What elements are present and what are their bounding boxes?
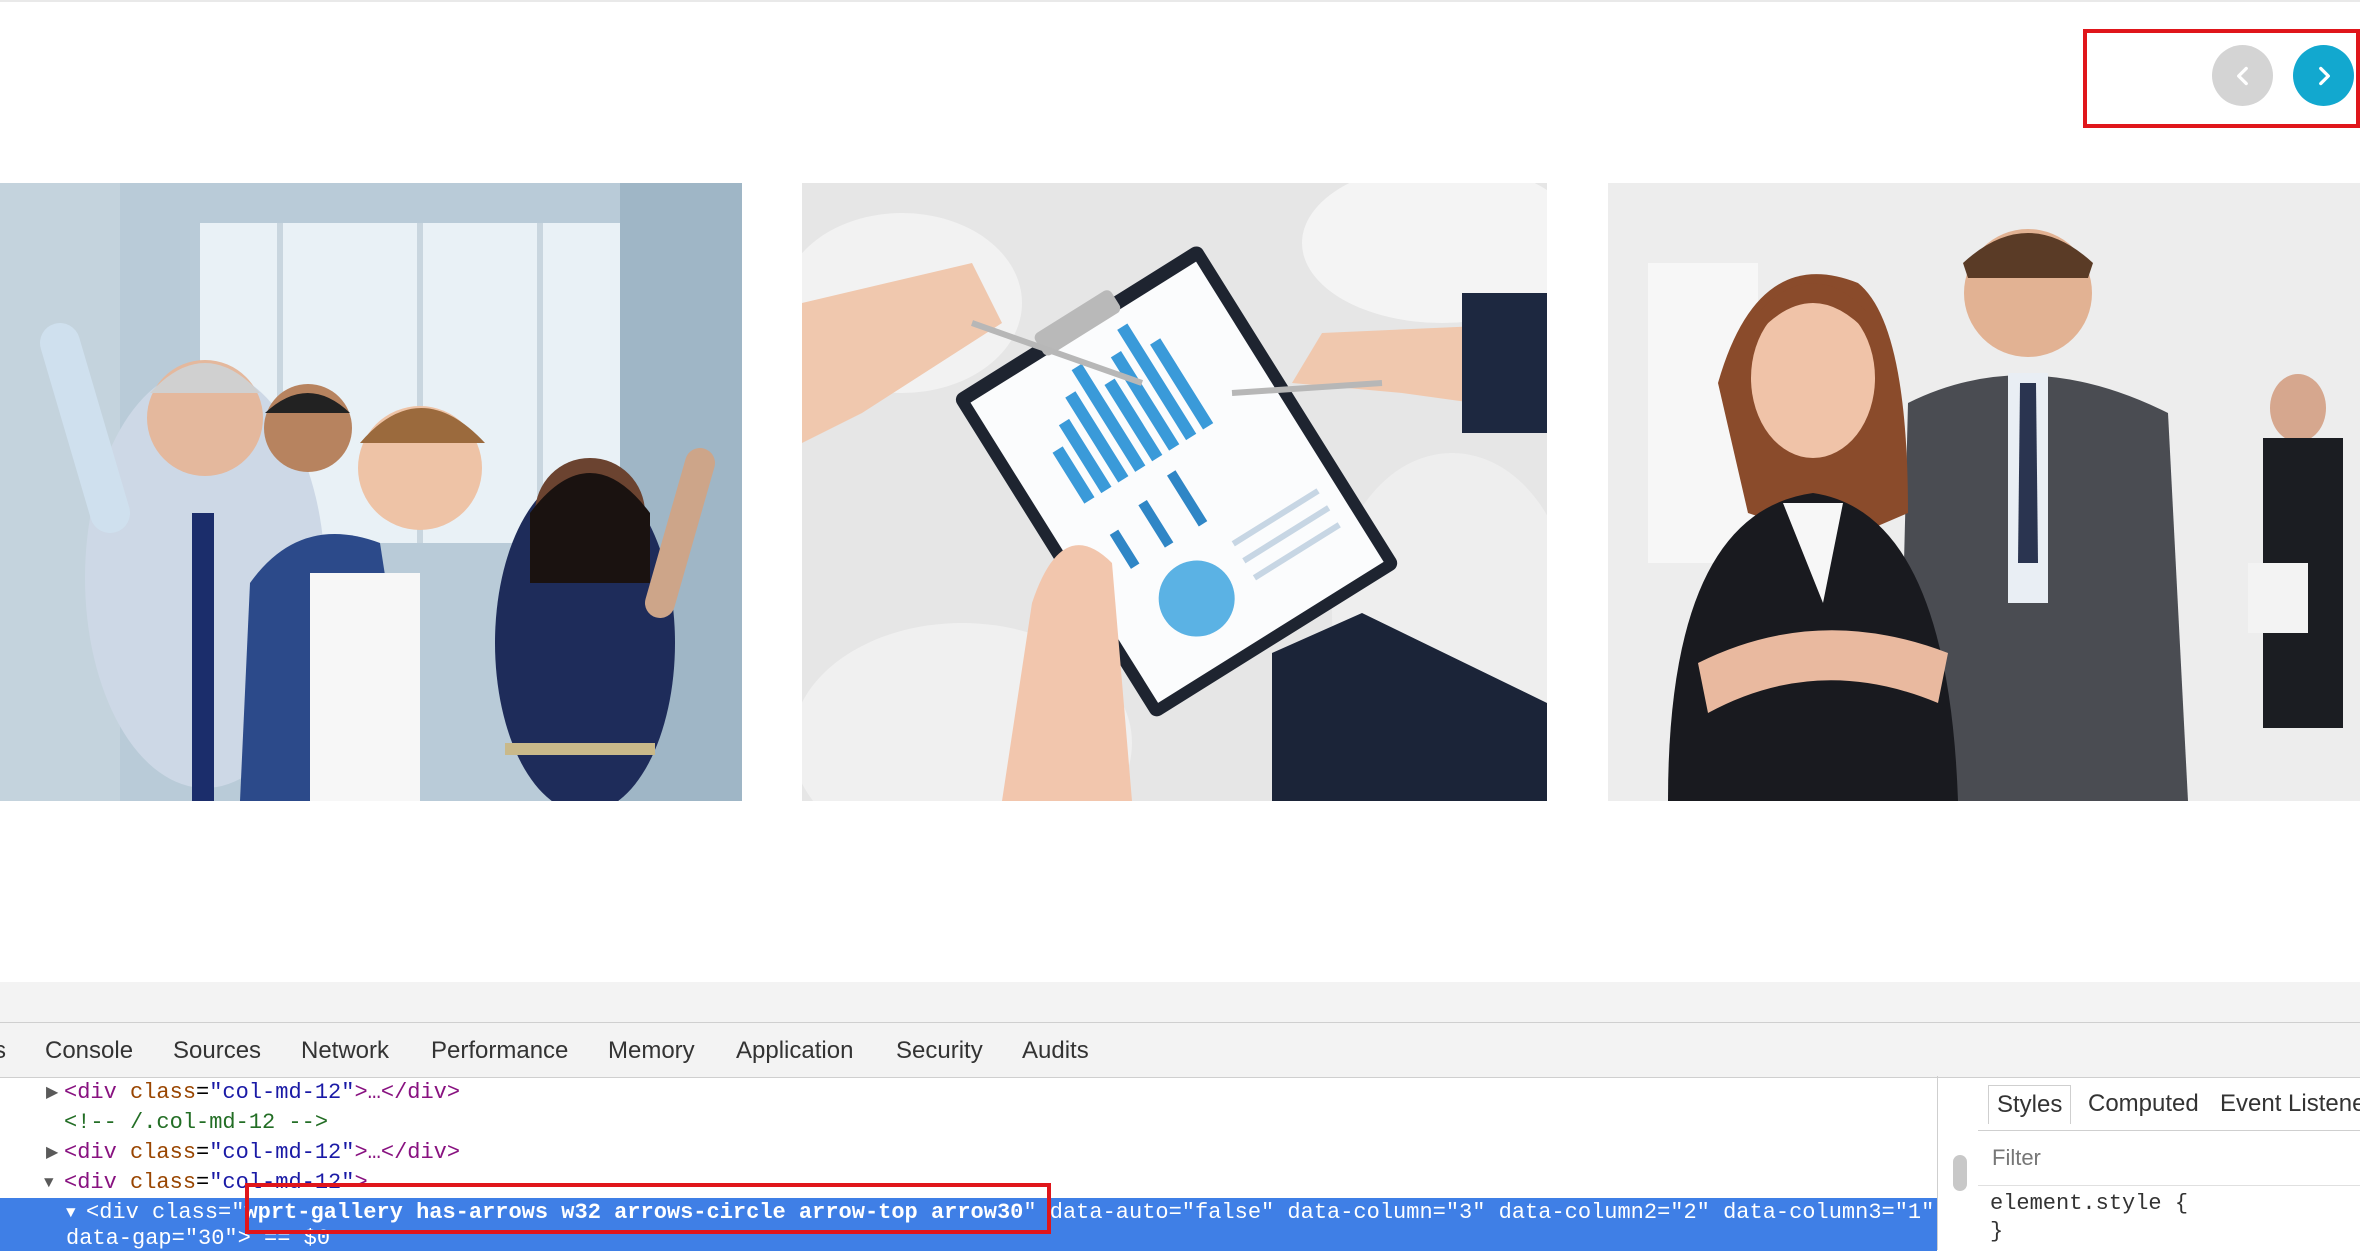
element-style-rule[interactable]: element.style { <box>1990 1191 2188 1216</box>
tag-close: >…</div> <box>354 1080 461 1105</box>
filter-divider <box>1978 1185 2360 1186</box>
tab-performance[interactable]: Performance <box>431 1037 568 1065</box>
attr-name: class <box>130 1140 197 1165</box>
tag-open: <div <box>64 1170 131 1195</box>
tab-audits[interactable]: Audits <box>1022 1037 1089 1065</box>
gallery-prev-button[interactable] <box>2212 45 2273 106</box>
element-style-close: } <box>1990 1219 2004 1244</box>
dom-node-col-md-12[interactable]: ▶ <div class="col-md-12">…</div> <box>0 1078 1937 1108</box>
attr-name: class <box>130 1170 197 1195</box>
collapse-triangle-icon[interactable]: ▼ <box>44 1168 54 1198</box>
tab-network[interactable]: Network <box>301 1037 389 1065</box>
comment-text: <!-- /.col-md-12 --> <box>64 1110 329 1135</box>
tab-security[interactable]: Security <box>896 1037 983 1065</box>
tab-computed[interactable]: Computed <box>2088 1090 2199 1118</box>
styles-tabbar: Styles Computed Event Listene <box>1978 1077 2360 1131</box>
attr-value: "col-md-12" <box>209 1140 355 1165</box>
collapse-triangle-icon[interactable]: ▼ <box>66 1200 76 1226</box>
tab-elements-cut[interactable]: s <box>0 1037 6 1065</box>
tag-open: <div <box>64 1140 131 1165</box>
elements-scrollbar[interactable] <box>1953 1155 1967 1191</box>
tab-sources[interactable]: Sources <box>173 1037 261 1065</box>
tab-event-listeners[interactable]: Event Listene <box>2220 1090 2360 1118</box>
devtools-tabbar: s Console Sources Network Performance Me… <box>0 1023 2360 1078</box>
tab-application[interactable]: Application <box>736 1037 853 1065</box>
tab-console[interactable]: Console <box>45 1037 133 1065</box>
attr-name: class <box>130 1080 197 1105</box>
styles-pane: Styles Computed Event Listene Filter ele… <box>1978 1077 2360 1250</box>
data-attributes: data-auto="false" data-column="3" data-c… <box>1036 1200 1935 1225</box>
attr-name: class <box>152 1200 219 1225</box>
styles-filter-input[interactable]: Filter <box>1992 1145 2041 1171</box>
expand-triangle-icon[interactable]: ▶ <box>46 1078 58 1108</box>
business-people-photo <box>1608 183 2360 801</box>
tag-open: <div <box>64 1080 131 1105</box>
class-annotation-box <box>245 1183 1051 1234</box>
dom-node-col-md-12[interactable]: ▶ <div class="col-md-12">…</div> <box>0 1138 1937 1168</box>
expand-triangle-icon[interactable]: ▶ <box>46 1138 58 1168</box>
clipboard-chart-photo <box>802 183 1547 801</box>
tab-memory[interactable]: Memory <box>608 1037 695 1065</box>
page-top-border <box>0 0 2360 2</box>
tag-close: >…</div> <box>354 1140 461 1165</box>
tab-styles[interactable]: Styles <box>1988 1085 2072 1124</box>
tag-open: <div <box>86 1200 153 1225</box>
chevron-right-icon <box>2318 66 2330 85</box>
devtools-gap <box>0 982 2360 1022</box>
dom-comment[interactable]: <!-- /.col-md-12 --> <box>0 1108 1937 1138</box>
team-celebrating-photo <box>0 183 742 801</box>
gallery-next-button[interactable] <box>2293 45 2354 106</box>
pane-divider[interactable] <box>1937 1076 1938 1250</box>
attr-value: "col-md-12" <box>209 1080 355 1105</box>
chevron-left-icon <box>2236 66 2248 85</box>
